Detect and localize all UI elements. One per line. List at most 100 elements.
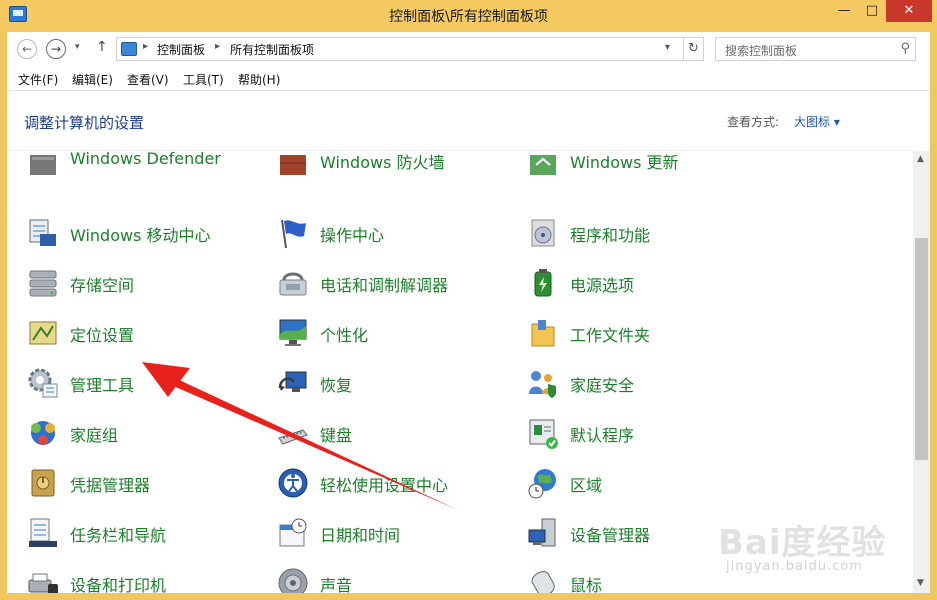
homegroup-icon [31,421,55,445]
item-windows-defender[interactable]: Windows Defender [26,151,246,199]
close-button[interactable]: ✕ [886,0,932,22]
item-taskbar-navigation[interactable]: 任务栏和导航 [26,513,246,553]
item-action-center[interactable]: 操作中心 [276,213,496,253]
menu-divider [7,90,930,91]
menu-edit[interactable]: 编辑(E) [72,71,113,88]
item-label: 凭据管理器 [70,476,151,495]
address-dropdown-icon[interactable]: ▾ [665,42,670,53]
item-label: 设备管理器 [570,526,651,545]
item-mouse[interactable]: 鼠标 [526,563,746,593]
forward-button[interactable]: → [46,39,66,59]
page-title: 调整计算机的设置 [24,114,145,132]
item-sound[interactable]: 声音 [276,563,496,593]
item-homegroup[interactable]: 家庭组 [26,413,246,453]
item-work-folders[interactable]: 工作文件夹 [526,313,746,353]
mouse-icon [531,571,555,593]
menu-tools[interactable]: 工具(T) [183,71,224,88]
item-keyboard[interactable]: 键盘 [276,413,496,453]
refresh-button[interactable]: ↻ [683,38,703,60]
item-label: 管理工具 [70,376,135,395]
item-label: 个性化 [320,326,369,345]
item-label: 设备和打印机 [70,576,167,593]
item-family-safety[interactable]: 家庭安全 [526,363,746,403]
recovery-icon [278,371,307,392]
item-label: Windows 防火墙 [320,153,445,172]
breadcrumb-separator-icon[interactable]: ▸ [143,41,148,52]
item-label: 区域 [570,476,603,495]
menu-view[interactable]: 查看(V) [127,71,169,88]
maximize-button[interactable]: □ [858,0,886,22]
item-label: 定位设置 [70,326,135,345]
item-label: 鼠标 [570,576,603,593]
ease-of-access-icon [278,468,308,498]
item-label: Windows 移动中心 [70,226,211,245]
breadcrumb-all-items[interactable]: 所有控制面板项 [230,41,314,58]
family-safety-icon [529,371,556,398]
view-by-dropdown[interactable]: 大图标 ▾ [794,113,840,130]
search-input[interactable]: 搜索控制面板 [725,42,797,59]
item-phone-modem[interactable]: 电话和调制解调器 [276,263,496,303]
title-bar: 控制面板\所有控制面板项 — □ ✕ [0,0,937,32]
scroll-down-arrow-icon[interactable]: ▼ [917,578,924,588]
administrative-tools-gear-icon [28,368,58,398]
menu-help[interactable]: 帮助(H) [238,71,280,88]
item-windows-update[interactable]: Windows 更新 [526,153,746,199]
recent-locations-chevron-icon[interactable]: ▾ [75,42,80,52]
item-label: 声音 [320,576,353,593]
item-label: Windows Defender [70,151,221,168]
item-label: 键盘 [320,426,353,445]
item-credential-manager[interactable]: 凭据管理器 [26,463,246,503]
watermark-url: jingyan.baidu.com [726,559,863,574]
item-location-settings[interactable]: 定位设置 [26,313,246,353]
item-storage-spaces[interactable]: 存储空间 [26,263,246,303]
navigation-bar: ← → ▾ ↑ ▸ 控制面板 ▸ 所有控制面板项 ▾ ↻ 搜索控制面板 ⚲ [7,32,930,66]
item-label: 任务栏和导航 [70,526,167,545]
action-center-flag-icon [281,219,306,249]
item-label: 家庭安全 [570,376,635,395]
menu-file[interactable]: 文件(F) [18,71,58,88]
up-button[interactable]: ↑ [96,39,108,55]
watermark-logo-text: Bai度经验 [718,523,887,563]
window-client-area: ← → ▾ ↑ ▸ 控制面板 ▸ 所有控制面板项 ▾ ↻ 搜索控制面板 ⚲ 文件… [7,32,930,593]
item-recovery[interactable]: 恢复 [276,363,496,403]
address-bar[interactable]: ▸ 控制面板 ▸ 所有控制面板项 ▾ ↻ [116,37,704,61]
item-windows-mobility-center[interactable]: Windows 移动中心 [26,213,246,253]
item-windows-firewall[interactable]: Windows 防火墙 [276,153,496,199]
keyboard-icon [278,429,308,445]
search-box[interactable]: 搜索控制面板 ⚲ [715,37,916,61]
location-settings-icon [29,321,57,345]
programs-features-icon [531,219,555,247]
control-panel-icon [121,42,137,56]
item-device-manager[interactable]: 设备管理器 [526,513,746,553]
minimize-button[interactable]: — [830,0,858,22]
default-programs-icon [529,419,558,449]
storage-spaces-icon [29,270,57,297]
scroll-up-arrow-icon[interactable]: ▲ [917,154,924,164]
firewall-icon [280,155,306,175]
item-power-options[interactable]: 电源选项 [526,263,746,303]
item-programs-features[interactable]: 程序和功能 [526,213,746,253]
item-label: 工作文件夹 [570,326,651,345]
scrollbar-thumb[interactable] [915,238,928,460]
item-label: 恢复 [320,376,353,395]
item-devices-printers[interactable]: 设备和打印机 [26,563,246,593]
item-administrative-tools[interactable]: 管理工具 [26,363,246,403]
item-label: 电话和调制解调器 [320,276,449,295]
item-label: 日期和时间 [320,526,401,545]
region-globe-icon [528,469,556,499]
item-ease-of-access-center[interactable]: 轻松使用设置中心 [276,463,496,503]
item-personalization[interactable]: 个性化 [276,313,496,353]
item-date-time[interactable]: 日期和时间 [276,513,496,553]
item-default-programs[interactable]: 默认程序 [526,413,746,453]
back-button[interactable]: ← [17,39,37,59]
view-by-label: 查看方式: [727,115,780,129]
window-title: 控制面板\所有控制面板项 [389,9,548,25]
item-label: 程序和功能 [570,226,651,245]
menu-bar: 文件(F) 编辑(E) 查看(V) 工具(T) 帮助(H) [7,68,930,90]
credential-manager-safe-icon [31,469,55,497]
breadcrumb-control-panel[interactable]: 控制面板 [157,41,205,58]
breadcrumb-separator-icon[interactable]: ▸ [215,41,220,52]
sound-speaker-icon [278,568,308,593]
search-icon[interactable]: ⚲ [900,41,910,56]
item-region[interactable]: 区域 [526,463,746,503]
